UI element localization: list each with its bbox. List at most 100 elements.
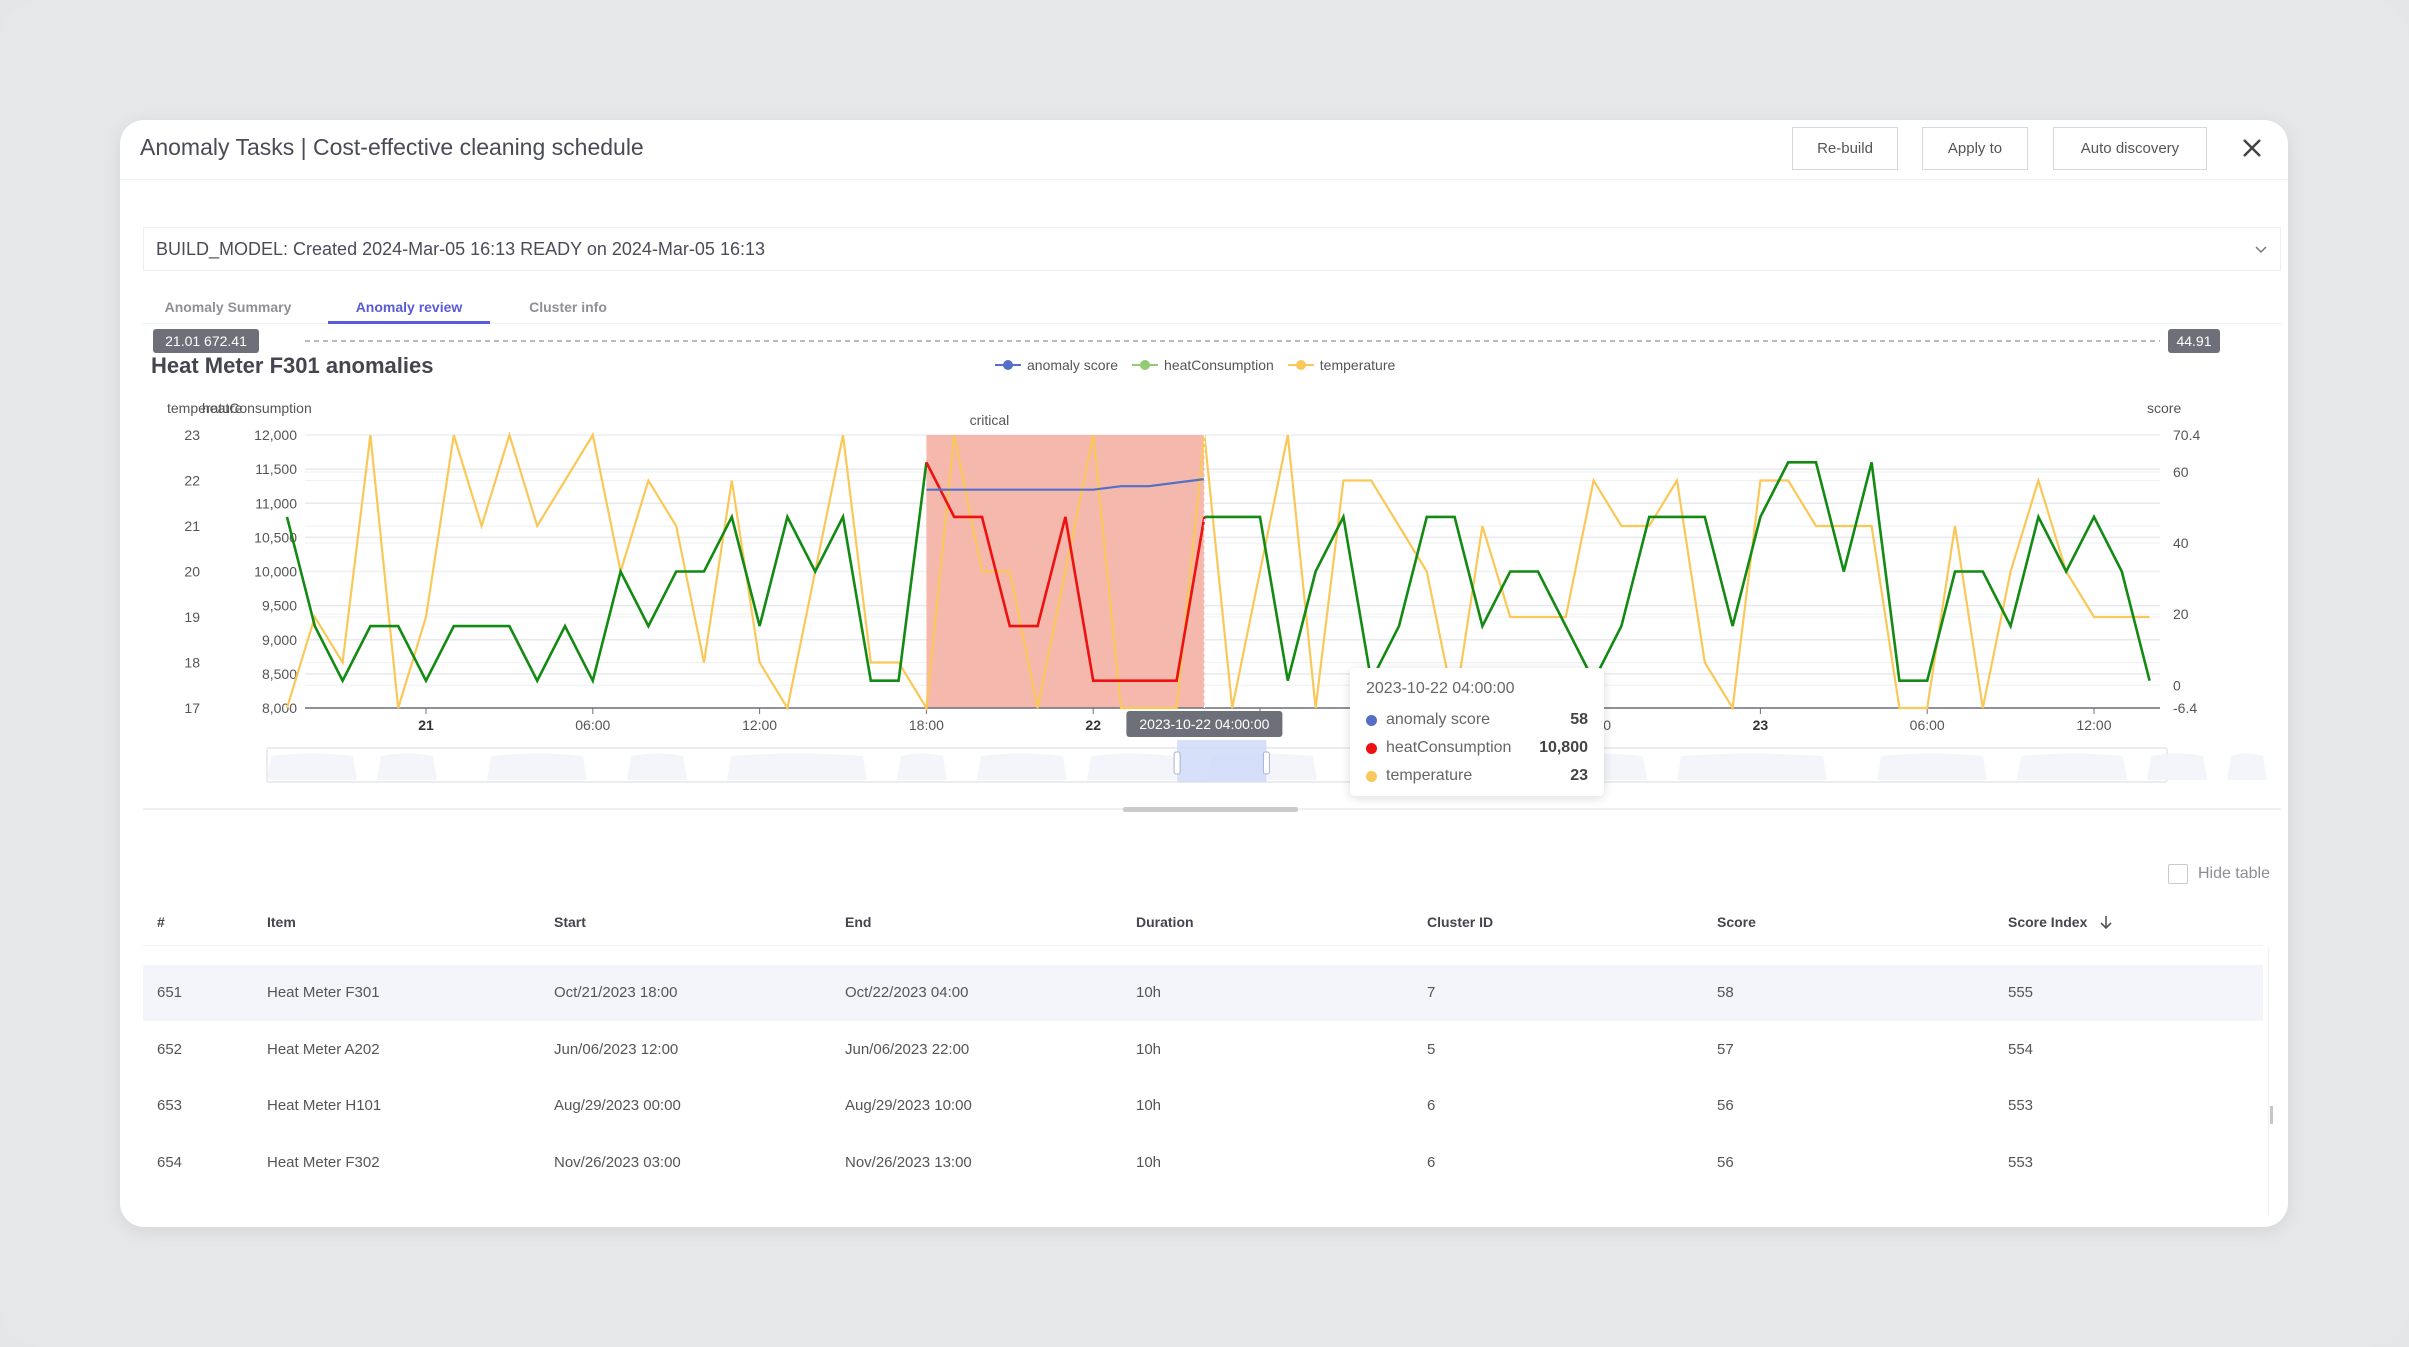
zoom-selected-window[interactable] xyxy=(1177,740,1267,782)
x-axis-tick-label: 12:00 xyxy=(2076,717,2111,733)
x-axis-tick-label: 06:00 xyxy=(1910,717,1945,733)
cell-score: 56 xyxy=(1717,1153,1734,1171)
cell-cluster-id: 5 xyxy=(1427,1040,1436,1058)
x-axis-tick-label: 06:00 xyxy=(575,717,610,733)
score-axis-tick-label: 60 xyxy=(2173,464,2189,480)
zoom-preview-area xyxy=(897,753,947,780)
heat-axis-tick-label: 10,000 xyxy=(254,564,297,580)
critical-label: critical xyxy=(970,412,1010,428)
hide-table-checkbox[interactable] xyxy=(2167,864,2188,884)
column-header-score[interactable]: Score xyxy=(1717,914,1756,930)
zoom-preview-area xyxy=(2017,753,2127,780)
cell-index: 651 xyxy=(157,984,183,1001)
temperature-axis-tick-label: 20 xyxy=(184,564,200,580)
cell-end: Aug/29/2023 10:00 xyxy=(845,1097,972,1114)
cell-duration: 10h xyxy=(1136,1153,1162,1171)
column-header-end[interactable]: End xyxy=(845,914,871,930)
series-dot-icon xyxy=(1366,742,1377,754)
chart-tooltip: 2023-10-22 04:00:00 anomaly score 58 hea… xyxy=(1350,668,1604,796)
table-scrollbar-thumb[interactable] xyxy=(2270,1106,2273,1124)
tooltip-series-name: heatConsumption xyxy=(1386,739,1512,756)
temperature-axis-tick-label: 17 xyxy=(184,700,200,716)
column-header-score-index[interactable]: Score Index xyxy=(2008,914,2113,930)
zoom-preview-area xyxy=(2227,753,2267,780)
arrow-down-icon xyxy=(2100,916,2112,930)
zoom-preview-area xyxy=(1087,753,1177,780)
column-header-index[interactable]: # xyxy=(157,914,165,930)
tooltip-series-value: 58 xyxy=(1570,711,1588,728)
table-row[interactable]: 654 Heat Meter F302 Nov/26/2023 03:00 Nov/2… xyxy=(143,1135,2263,1191)
heat-axis-tick-label: 9,500 xyxy=(262,598,297,614)
score-axis-title: score xyxy=(2147,400,2181,416)
data-zoom-slider[interactable] xyxy=(266,740,2267,783)
temperature-axis-tick-label: 18 xyxy=(184,655,200,671)
table-row[interactable]: 653 Heat Meter H101 Aug/29/2023 00:00 Aug/2… xyxy=(143,1078,2263,1134)
cell-duration: 10h xyxy=(1136,1097,1162,1114)
tooltip-row-temperature: temperature 23 xyxy=(1366,762,1588,790)
cell-cluster-id: 7 xyxy=(1427,984,1436,1001)
cell-index: 654 xyxy=(157,1153,183,1171)
column-header-cluster-id[interactable]: Cluster ID xyxy=(1427,914,1493,930)
table-row[interactable]: 651 Heat Meter F301 Oct/21/2023 18:00 Oct/2… xyxy=(143,965,2263,1021)
score-axis-tick-label: 0 xyxy=(2173,677,2181,693)
table-row[interactable]: 652 Heat Meter A202 Jun/06/2023 12:00 Jun/0… xyxy=(143,1022,2263,1078)
zoom-start-handle[interactable] xyxy=(1173,751,1181,775)
column-header-start[interactable]: Start xyxy=(554,914,586,930)
heat-axis-tick-label: 9,000 xyxy=(262,632,297,648)
heat-axis-title: heatConsumption xyxy=(202,400,312,416)
temperature-axis-tick-label: 22 xyxy=(184,473,200,489)
tooltip-time: 2023-10-22 04:00:00 xyxy=(1366,680,1515,697)
column-header-item[interactable]: Item xyxy=(267,914,296,930)
series-dot-icon xyxy=(1366,714,1377,726)
x-axis-tick-label: 18:00 xyxy=(909,717,944,733)
tooltip-series-value: 10,800 xyxy=(1539,739,1588,756)
pointer-x-label: 2023-10-22 04:00:00 xyxy=(1139,716,1269,732)
series-dot-icon xyxy=(1366,770,1377,782)
column-header-duration[interactable]: Duration xyxy=(1136,914,1194,930)
hide-table-label: Hide table xyxy=(2197,865,2270,882)
pointer-left-label: 21.01 672.41 xyxy=(165,333,247,349)
cell-index: 652 xyxy=(157,1040,183,1058)
cell-index: 653 xyxy=(157,1097,183,1114)
cell-start: Jun/06/2023 12:00 xyxy=(554,1040,679,1058)
cell-item: Heat Meter A202 xyxy=(267,1040,380,1058)
zoom-preview-area xyxy=(627,753,687,780)
horizontal-scrollbar[interactable] xyxy=(1123,807,1298,812)
column-header-label: Score Index xyxy=(2008,914,2088,930)
heat-axis-tick-label: 8,500 xyxy=(262,666,297,682)
temperature-axis-tick-label: 23 xyxy=(184,427,200,443)
score-axis-tick-label: 40 xyxy=(2173,535,2189,551)
table-scrollbar-track[interactable] xyxy=(2268,948,2273,1215)
table-header: # Item Start End Duration Cluster ID Sco… xyxy=(143,900,2263,946)
tooltip-series-name: anomaly score xyxy=(1386,711,1491,728)
cell-duration: 10h xyxy=(1136,984,1162,1001)
heat-axis-tick-label: 12,000 xyxy=(254,427,297,443)
zoom-preview-area xyxy=(267,753,357,780)
zoom-end-handle[interactable] xyxy=(1262,751,1270,775)
cell-duration: 10h xyxy=(1136,1040,1162,1058)
x-axis-tick-label: 23 xyxy=(1753,717,1769,733)
zoom-preview-area xyxy=(2147,753,2207,780)
heat-axis-tick-label: 11,500 xyxy=(255,461,297,477)
cell-start: Aug/29/2023 00:00 xyxy=(554,1097,681,1114)
x-axis-tick-label: 22 xyxy=(1085,717,1101,733)
temperature-axis-tick-label: 19 xyxy=(184,609,200,625)
cell-end: Nov/26/2023 13:00 xyxy=(845,1153,972,1171)
cell-score: 58 xyxy=(1717,984,1734,1001)
tooltip-series-name: temperature xyxy=(1386,767,1473,784)
zoom-preview-area xyxy=(977,753,1067,780)
x-axis-tick-label: 21 xyxy=(418,717,434,733)
cell-score: 57 xyxy=(1717,1040,1734,1058)
cell-item: Heat Meter F301 xyxy=(267,984,380,1001)
cell-start: Nov/26/2023 03:00 xyxy=(554,1153,681,1171)
tooltip-series-value: 23 xyxy=(1570,767,1588,784)
cell-cluster-id: 6 xyxy=(1427,1153,1436,1171)
anomaly-table: # Item Start End Duration Cluster ID Sco… xyxy=(143,900,2273,1215)
zoom-preview-area xyxy=(377,753,437,780)
anomaly-chart[interactable]: critical 12,00011,50011,00010,50010,0009… xyxy=(120,120,2288,820)
heat-axis-tick-label: 11,000 xyxy=(255,495,297,511)
score-axis-tick-label: 70.4 xyxy=(2173,427,2200,443)
zoom-preview-area xyxy=(727,753,867,780)
hide-table-toggle[interactable]: Hide table xyxy=(2167,864,2270,884)
temperature-axis-tick-label: 21 xyxy=(184,518,200,534)
